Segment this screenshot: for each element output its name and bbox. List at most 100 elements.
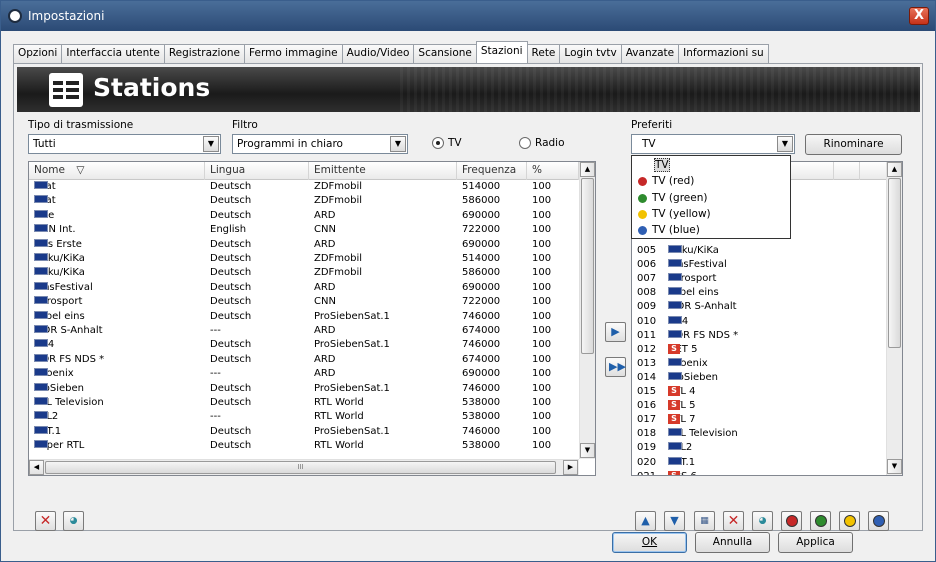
remove-favorite-button[interactable]: ✕ — [723, 511, 744, 531]
broadcast-type-combo[interactable]: Tutti ▼ — [28, 134, 221, 154]
blue-list-button[interactable] — [868, 511, 889, 531]
chevron-down-icon[interactable]: ▼ — [777, 136, 793, 152]
column-emittente[interactable]: Emittente — [309, 162, 457, 180]
rename-button[interactable]: Rinominare — [805, 134, 902, 155]
scroll-down-icon[interactable]: ▼ — [887, 459, 902, 474]
tab-interfaccia-utente[interactable]: Interfaccia utente — [61, 44, 165, 63]
favorite-row[interactable]: 016 S RTL 5 — [632, 400, 886, 412]
table-row[interactable]: kabel eins Deutsch ProSiebenSat.1 746000 100 — [29, 310, 579, 323]
favorite-row[interactable]: 011 NDR FS NDS * — [632, 329, 886, 342]
delete-button[interactable]: ✕ — [35, 511, 56, 531]
favorite-row[interactable]: 007 Eurosport — [632, 273, 886, 285]
column-nome[interactable]: Nome ▽ — [29, 162, 205, 180]
table-row[interactable]: EinsFestival Deutsch ARD 690000 100 — [29, 281, 579, 294]
move-up-button[interactable]: ▲ — [635, 511, 656, 531]
favorites-column-a[interactable] — [802, 162, 834, 180]
favorite-row[interactable]: 013 Phoenix — [632, 357, 886, 370]
table-row[interactable]: Doku/KiKa Deutsch ZDFmobil 514000 100 — [29, 253, 579, 265]
column-frequenza[interactable]: Frequenza — [457, 162, 527, 180]
table-row[interactable]: CNN Int. English CNN 722000 100 — [29, 224, 579, 236]
favorite-row[interactable]: 021 SSBS 6 — [632, 470, 886, 475]
table-row[interactable]: SAT.1 Deutsch ProSiebenSat.1 746000 100 — [29, 425, 579, 438]
table-row[interactable]: NDR FS NDS * Deutsch ARD 674000 100 — [29, 353, 579, 366]
scroll-up-icon[interactable]: ▲ — [580, 162, 595, 177]
favorite-row[interactable]: 020 SAT.1 — [632, 456, 886, 469]
favorite-row[interactable]: 014 ProSieben — [632, 371, 886, 384]
clean-button[interactable]: ◕ — [63, 511, 84, 531]
favorite-row[interactable]: 017 S RTL 7 — [632, 414, 886, 426]
add-all-to-favorites-button[interactable]: ▶▶ — [605, 357, 626, 377]
table-row[interactable]: 3sat Deutsch ZDFmobil 514000 100 — [29, 181, 579, 193]
radio-radio-circle[interactable] — [519, 137, 531, 149]
table-row[interactable]: RTL Television Deutsch RTL World 538000 100 — [29, 397, 579, 409]
tab-avanzate[interactable]: Avanzate — [620, 44, 680, 63]
filter-combo[interactable]: Programmi in chiaro ▼ — [232, 134, 408, 154]
chevron-down-icon[interactable]: ▼ — [203, 136, 219, 152]
scroll-thumb[interactable] — [581, 178, 594, 354]
dropdown-item[interactable]: TV (green) — [632, 190, 790, 206]
ok-button[interactable]: OK — [612, 532, 687, 553]
favorite-row[interactable]: 006 EinsFestival — [632, 259, 886, 271]
station-list-hscroll[interactable]: ◀ III ▶ — [29, 459, 579, 475]
dropdown-item[interactable]: TV (yellow) — [632, 206, 790, 222]
radio-radio[interactable]: Radio — [519, 137, 565, 149]
favorite-row[interactable]: 009 MDR S-Anhalt — [632, 301, 886, 313]
dropdown-item[interactable]: TV (blue) — [632, 222, 790, 238]
column-pct[interactable]: % — [527, 162, 579, 180]
scroll-right-icon[interactable]: ▶ — [563, 460, 578, 475]
tab-registrazione[interactable]: Registrazione — [163, 44, 246, 63]
station-list-vscroll[interactable]: ▲ ▼ — [579, 162, 595, 459]
favorites-vscroll[interactable]: ▲ ▼ — [886, 162, 902, 475]
favorite-row[interactable]: 019 RTL2 — [632, 442, 886, 454]
properties-button[interactable]: ▦ — [694, 511, 715, 531]
table-row[interactable]: RTL2 --- RTL World 538000 100 — [29, 411, 579, 423]
favorites-column-b[interactable] — [834, 162, 860, 180]
tab-audio-video[interactable]: Audio/Video — [341, 44, 415, 63]
table-row[interactable]: Doku/KiKa Deutsch ZDFmobil 586000 100 — [29, 267, 579, 279]
hscroll-thumb[interactable]: III — [45, 461, 556, 474]
column-lingua[interactable]: Lingua — [205, 162, 309, 180]
scroll-left-icon[interactable]: ◀ — [29, 460, 44, 475]
stations-panel: Stations Tipo di trasmissione Tutti ▼ Fi… — [13, 63, 923, 531]
tab-rete[interactable]: Rete — [526, 44, 561, 63]
favorite-row[interactable]: 010 N24 — [632, 315, 886, 328]
scroll-down-icon[interactable]: ▼ — [580, 443, 595, 458]
close-button[interactable]: X — [909, 7, 929, 25]
tab-scansione[interactable]: Scansione — [413, 44, 477, 63]
table-row[interactable]: Das Erste Deutsch ARD 690000 100 — [29, 238, 579, 251]
radio-tv-circle[interactable] — [432, 137, 444, 149]
apply-button[interactable]: Applica — [778, 532, 853, 553]
add-to-favorites-button[interactable]: ▶ — [605, 322, 626, 342]
tab-login-tvtv[interactable]: Login tvtv — [559, 44, 622, 63]
favorite-row[interactable]: 018 RTL Television — [632, 428, 886, 440]
table-row[interactable]: ProSieben Deutsch ProSiebenSat.1 746000 100 — [29, 382, 579, 395]
table-row[interactable]: Phoenix --- ARD 690000 100 — [29, 368, 579, 380]
scroll-up-icon[interactable]: ▲ — [887, 162, 902, 177]
red-list-button[interactable] — [781, 511, 802, 531]
favorite-row[interactable]: 012 S NET 5 — [632, 343, 886, 356]
dropdown-item[interactable]: TV (red) — [632, 173, 790, 189]
move-down-button[interactable]: ▼ — [664, 511, 685, 531]
favorite-row[interactable]: 005 Doku/KiKa — [632, 245, 886, 257]
scroll-thumb[interactable] — [888, 178, 901, 348]
radio-tv[interactable]: TV — [432, 137, 462, 149]
green-list-button[interactable] — [810, 511, 831, 531]
table-row[interactable]: arte Deutsch ARD 690000 100 — [29, 209, 579, 222]
favorite-row[interactable]: 008 kabel eins — [632, 287, 886, 299]
table-row[interactable]: N24 Deutsch ProSiebenSat.1 746000 100 — [29, 339, 579, 351]
tab-informazioni-su[interactable]: Informazioni su — [678, 44, 769, 63]
tab-opzioni[interactable]: Opzioni — [13, 44, 63, 63]
favorite-row[interactable]: 015 S RTL 4 — [632, 386, 886, 398]
cancel-button[interactable]: Annulla — [695, 532, 770, 553]
table-row[interactable]: Eurosport Deutsch CNN 722000 100 — [29, 296, 579, 308]
table-row[interactable]: 3sat Deutsch ZDFmobil 586000 100 — [29, 195, 579, 207]
table-row[interactable]: Super RTL Deutsch RTL World 538000 100 — [29, 440, 579, 452]
chevron-down-icon[interactable]: ▼ — [390, 136, 406, 152]
favorites-combo[interactable]: TV ▼ — [631, 134, 795, 154]
table-row[interactable]: MDR S-Anhalt --- ARD 674000 100 — [29, 325, 579, 337]
yellow-list-button[interactable] — [839, 511, 860, 531]
clean-favorites-button[interactable]: ◕ — [752, 511, 773, 531]
tab-stazioni[interactable]: Stazioni — [475, 41, 528, 63]
tab-fermo-immagine[interactable]: Fermo immagine — [244, 44, 343, 63]
dropdown-item[interactable]: TV — [632, 157, 790, 173]
